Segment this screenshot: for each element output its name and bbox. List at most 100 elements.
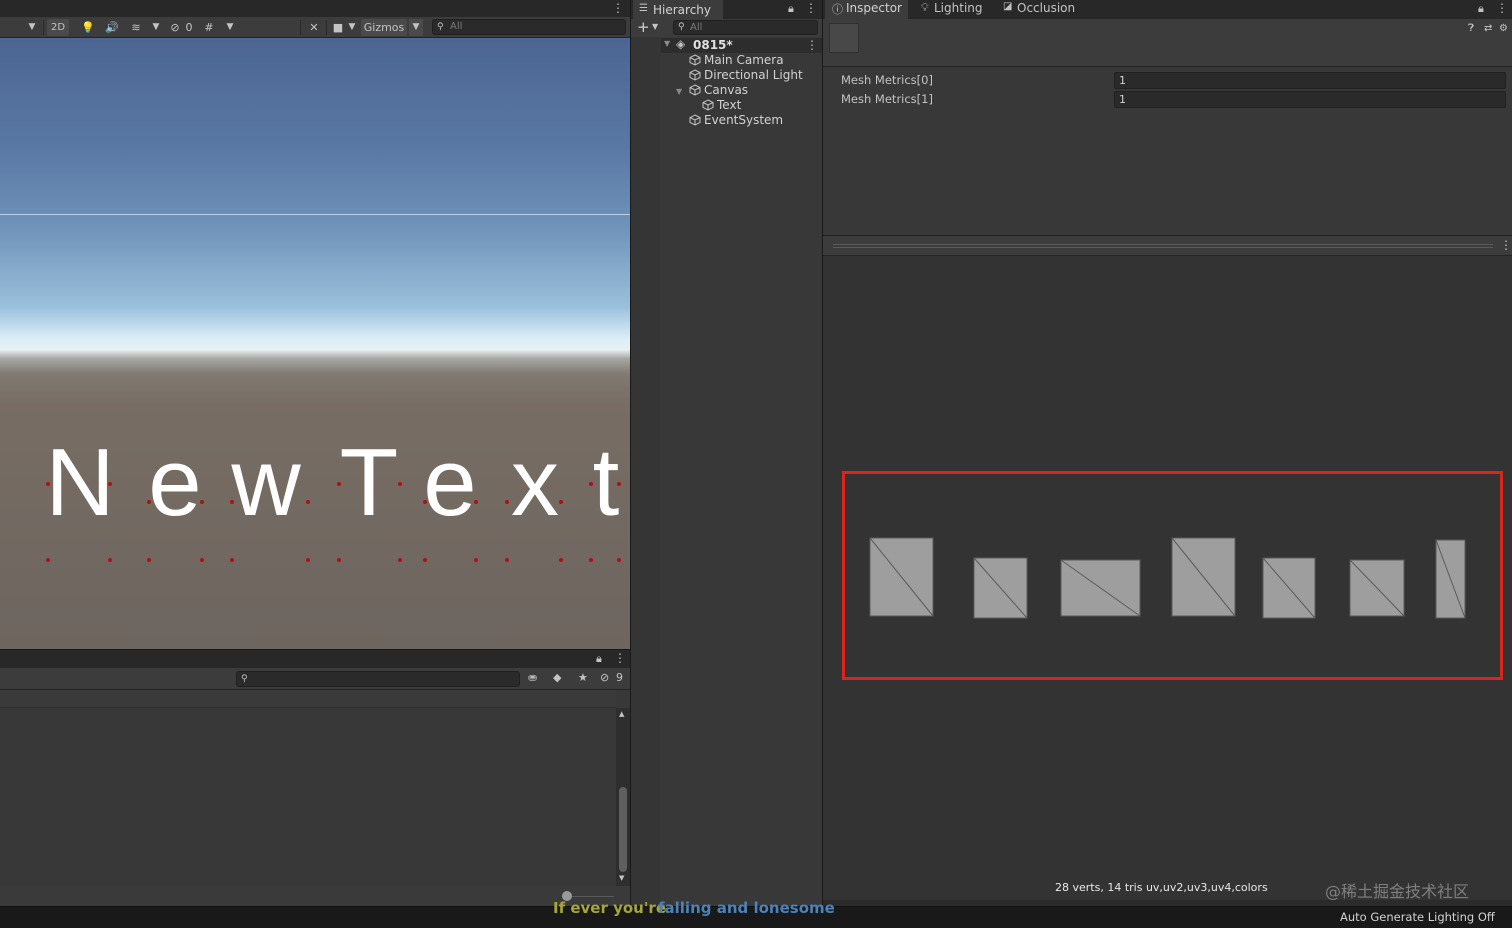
- hierarchy-item-label: Text: [717, 98, 742, 112]
- console-body: [0, 690, 630, 906]
- console-search-input[interactable]: ⚲: [236, 671, 520, 687]
- hierarchy-item-event-system[interactable]: EventSystem: [689, 113, 783, 128]
- vertex-dot: [46, 558, 50, 562]
- hierarchy-item-main-camera[interactable]: Main Camera: [689, 53, 784, 68]
- grid-dropdown-icon[interactable]: ▼: [224, 19, 236, 36]
- scene-lighting-icon[interactable]: 💡: [79, 19, 97, 36]
- hierarchy-item-label: Main Camera: [704, 53, 784, 67]
- inspector-more-menu-icon[interactable]: ⋮: [1496, 1, 1508, 15]
- gizmos-dropdown-icon[interactable]: ▼: [409, 19, 423, 36]
- hidden-objects-count: 0: [185, 21, 193, 34]
- hierarchy-search-input[interactable]: ⚲ All: [673, 20, 818, 35]
- mesh-metrics-1-field[interactable]: 1: [1114, 91, 1506, 108]
- effects-dropdown-icon[interactable]: ▼: [150, 19, 162, 36]
- tab-lighting[interactable]: 💡︎ Lighting: [918, 0, 998, 19]
- vertex-dot: [617, 558, 621, 562]
- scene-effects-icon[interactable]: ≋: [127, 19, 145, 36]
- scene-expand-arrow-icon[interactable]: ▼: [664, 39, 670, 48]
- vertex-dot: [147, 558, 151, 562]
- hierarchy-gutter: [631, 37, 661, 906]
- lock-icon[interactable]: 🔒︎: [596, 652, 602, 666]
- hierarchy-more-menu-icon[interactable]: ⋮: [805, 1, 817, 15]
- console-scroll-thumb[interactable]: [619, 787, 627, 872]
- hidden-objects-icon[interactable]: ⊘: [168, 19, 182, 36]
- tools-icon[interactable]: ✕: [305, 19, 323, 36]
- presets-icon[interactable]: ⇄: [1484, 23, 1492, 34]
- console-more-menu-icon[interactable]: ⋮: [614, 651, 626, 665]
- tab-hierarchy[interactable]: ☰ Hierarchy: [633, 0, 723, 19]
- vertex-dot: [46, 482, 50, 486]
- zoom-slider-track[interactable]: [566, 896, 614, 897]
- vertex-dot: [559, 500, 563, 504]
- mesh-quad: [973, 557, 1028, 619]
- gizmos-button[interactable]: Gizmos: [361, 19, 407, 36]
- create-dropdown-icon[interactable]: ▼: [652, 22, 658, 31]
- mesh-metrics-0-label: Mesh Metrics[0]: [841, 73, 933, 87]
- tab-occlusion[interactable]: ◪ Occlusion: [1001, 0, 1087, 19]
- console-header-row: [0, 690, 616, 708]
- panel-divider[interactable]: [0, 649, 630, 650]
- vertex-dot: [147, 500, 151, 504]
- vertex-dot: [423, 558, 427, 562]
- camera-icon[interactable]: ■: [330, 19, 346, 36]
- mesh-quad: [1349, 559, 1405, 617]
- scene-more-menu-icon[interactable]: ⋮: [612, 1, 624, 15]
- lock-icon[interactable]: 🔒︎: [788, 2, 794, 16]
- hidden-packages-icon[interactable]: ⊘: [600, 671, 609, 684]
- hierarchy-item-label: Canvas: [704, 83, 749, 97]
- hierarchy-item-directional-light[interactable]: Directional Light: [689, 68, 803, 83]
- glyph-n: N: [45, 429, 115, 536]
- vertex-dot: [306, 500, 310, 504]
- vertex-dot: [337, 558, 341, 562]
- mesh-quad: [1171, 537, 1236, 617]
- mesh-quad: [869, 537, 934, 617]
- search-icon: ⚲: [241, 674, 248, 684]
- scene-row-more-icon[interactable]: ⋮: [806, 38, 818, 52]
- help-icon[interactable]: ❓︎: [1468, 23, 1474, 34]
- toggle-2d-button[interactable]: 2D: [47, 19, 69, 36]
- mesh-quads-svg: [869, 537, 1466, 619]
- glyph-e: e: [148, 429, 202, 536]
- hierarchy-item-canvas[interactable]: ▼ Canvas: [676, 83, 748, 98]
- scene-tab-strip: ⋮: [0, 0, 630, 17]
- tab-hierarchy-label: Hierarchy: [653, 3, 712, 17]
- list-icon: ☰: [639, 3, 648, 14]
- auto-generate-lighting-status[interactable]: Auto Generate Lighting Off: [1340, 910, 1495, 924]
- panel-divider[interactable]: [822, 0, 823, 906]
- scene-audio-icon[interactable]: 🔊: [103, 19, 121, 36]
- filter-by-type-icon[interactable]: ⛂: [528, 671, 537, 684]
- vertex-dot: [589, 558, 593, 562]
- tab-inspector[interactable]: ⓘ Inspector: [825, 0, 908, 19]
- vertex-dot: [589, 482, 593, 486]
- scroll-up-icon[interactable]: ▲: [619, 710, 624, 718]
- favorites-star-icon[interactable]: ★: [578, 671, 588, 684]
- tab-lighting-label: Lighting: [934, 1, 983, 15]
- canvas-expand-arrow-icon[interactable]: ▼: [676, 84, 689, 99]
- create-plus-icon[interactable]: +: [637, 19, 650, 35]
- hierarchy-item-text[interactable]: Text: [702, 98, 741, 113]
- settings-gear-icon[interactable]: ⚙: [1499, 23, 1508, 34]
- new-text-object[interactable]: N e w T e x t: [0, 429, 630, 562]
- console-footer: [0, 886, 630, 906]
- hierarchy-scene-row[interactable]: ▼ ◈ 0815* ⋮: [661, 37, 822, 53]
- camera-dropdown-icon[interactable]: ▼: [346, 19, 358, 36]
- scene-viewport[interactable]: N e w T e x t: [0, 38, 630, 649]
- vertex-dot: [108, 482, 112, 486]
- preview-splitter[interactable]: ⋮: [823, 235, 1512, 256]
- preview-more-menu-icon[interactable]: ⋮: [1500, 238, 1512, 252]
- vertex-dot: [108, 558, 112, 562]
- glyph-e2: e: [423, 429, 477, 536]
- mesh-metrics-0-field[interactable]: 1: [1114, 72, 1506, 89]
- scroll-down-icon[interactable]: ▼: [619, 874, 624, 882]
- grid-icon[interactable]: #: [200, 19, 218, 36]
- vertex-dot: [474, 558, 478, 562]
- search-icon: ⚲: [437, 22, 444, 32]
- gameobject-cube-icon: [702, 99, 714, 111]
- draw-mode-dropdown-icon[interactable]: ▼: [26, 19, 38, 36]
- unity-scene-icon: ◈: [676, 37, 686, 51]
- scene-search-input[interactable]: ⚲ All: [432, 19, 626, 35]
- lock-icon[interactable]: 🔒︎: [1478, 2, 1484, 16]
- mesh-quad: [1435, 539, 1466, 619]
- filter-by-label-icon[interactable]: ◆: [553, 671, 561, 684]
- panel-divider[interactable]: [630, 0, 631, 906]
